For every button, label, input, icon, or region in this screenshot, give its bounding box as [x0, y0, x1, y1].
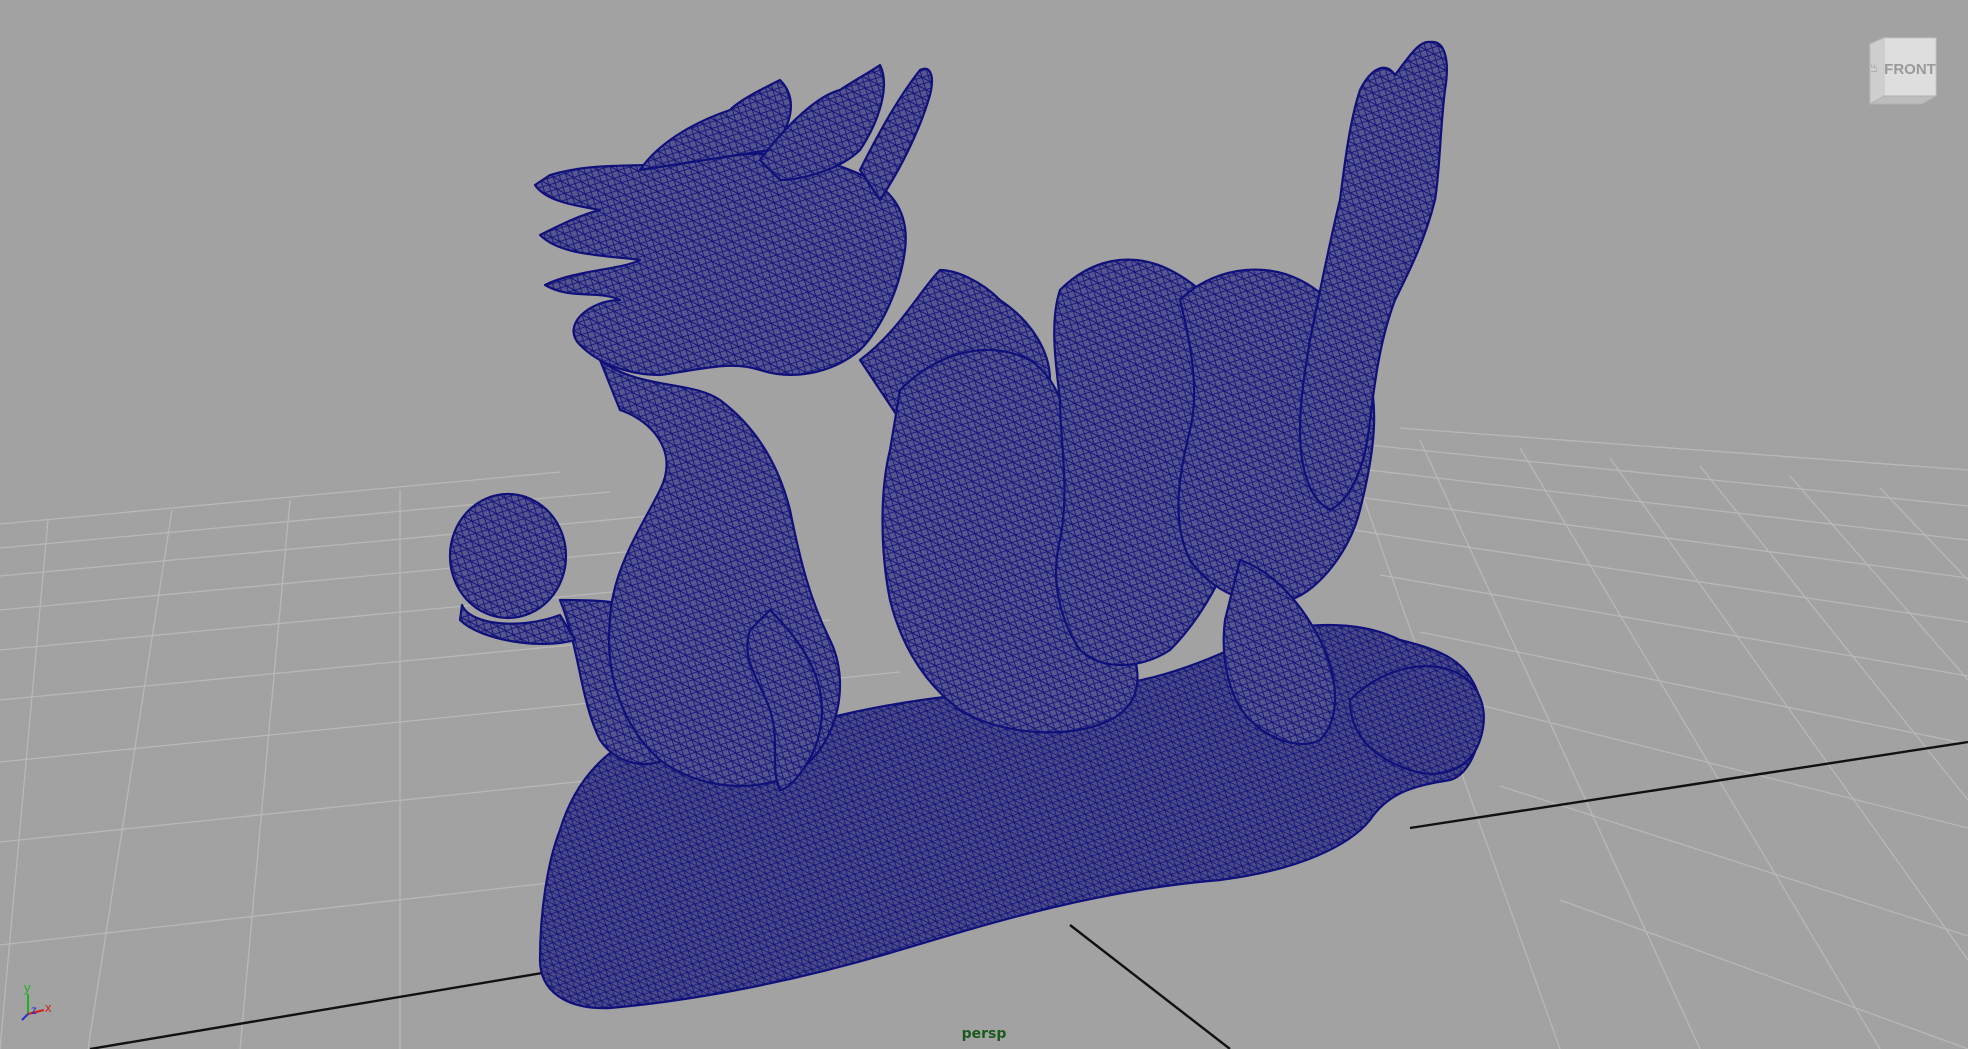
perspective-viewport[interactable]: FRONT LF y x z persp [0, 0, 1968, 1049]
camera-name-text: persp [961, 1026, 1007, 1042]
view-cube-side-label: LF [1870, 63, 1879, 72]
axis-y-label: y [24, 980, 31, 995]
dragon-mesh[interactable] [448, 40, 1485, 1010]
viewport-scene[interactable] [0, 0, 1968, 1049]
view-cube-icon[interactable]: FRONT LF [1864, 34, 1940, 110]
axis-x-label: x [45, 1000, 52, 1015]
axis-gizmo: y x z [16, 980, 62, 1026]
view-cube-front-label: FRONT [1884, 61, 1936, 78]
camera-name-label: persp [0, 1026, 1968, 1042]
axis-z-label: z [31, 1003, 37, 1017]
